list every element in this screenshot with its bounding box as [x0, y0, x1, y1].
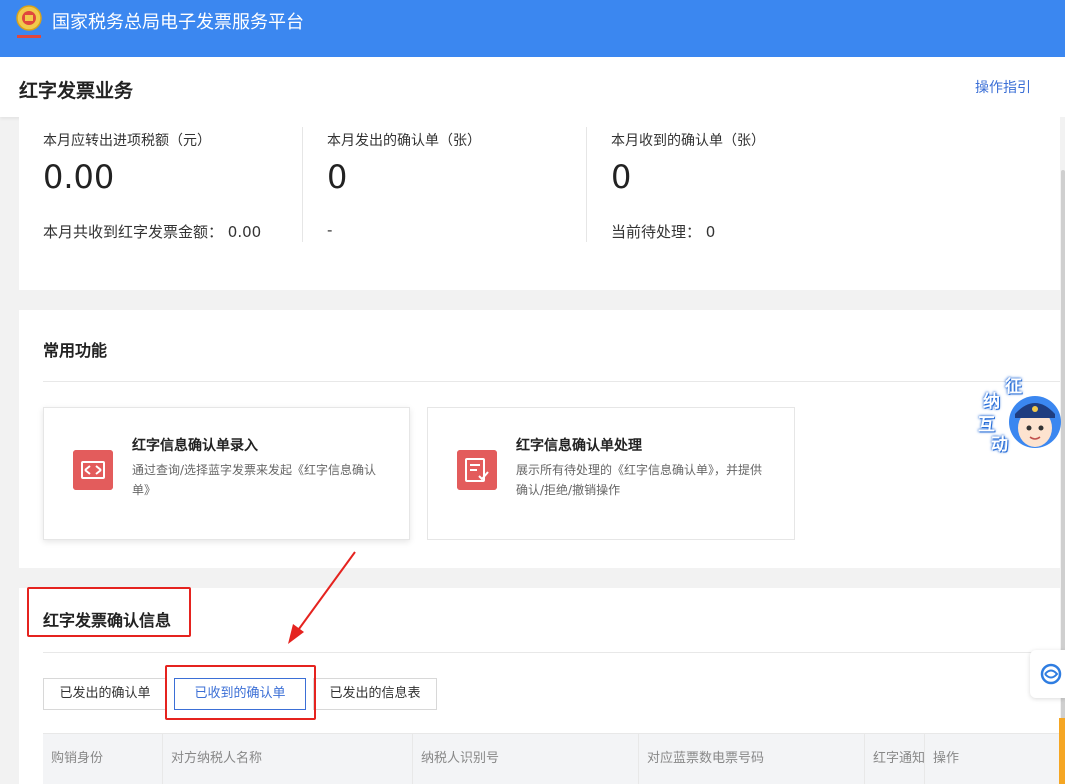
tab-sent-info-sheets[interactable]: 已发出的信息表	[313, 678, 437, 710]
service-swirl-icon	[1040, 663, 1062, 685]
column-header: 对方纳税人名称	[163, 734, 413, 784]
column-header: 红字通知	[865, 734, 925, 784]
helper-char: 征	[1005, 377, 1022, 397]
stat-value: 0	[611, 158, 632, 196]
red-confirmation-process-tile[interactable]: 红字信息确认单处理 展示所有待处理的《红字信息确认单》，并提供确认/拒绝/撤销操…	[427, 407, 795, 540]
stat-sub: -	[327, 221, 333, 239]
tile-title: 红字信息确认单录入	[132, 438, 258, 454]
stat-label: 本月发出的确认单（张）	[327, 133, 481, 149]
tile-desc: 通过查询/选择蓝字发票来发起《红字信息确认单》	[132, 463, 377, 497]
column-header: 购销身份	[43, 734, 163, 784]
tax-emblem-logo	[16, 5, 42, 38]
column-header: 纳税人识别号	[413, 734, 639, 784]
tax-interaction-helper[interactable]: 征 纳 互 动	[975, 372, 1063, 456]
stat-transfer-out-tax: 本月应转出进项税额（元） 0.00 本月共收到红字发票金额： 0.00	[43, 117, 327, 257]
swap-arrows-icon	[73, 450, 113, 490]
stats-card: 本月应转出进项税额（元） 0.00 本月共收到红字发票金额： 0.00 本月发出…	[19, 117, 1060, 290]
stat-value: 0.00	[43, 158, 115, 196]
side-service-widget[interactable]	[1030, 650, 1065, 698]
stat-divider	[302, 127, 303, 242]
document-check-icon	[457, 450, 497, 490]
tab-sent-confirmations[interactable]: 已发出的确认单	[43, 678, 167, 710]
stat-label: 本月应转出进项税额（元）	[43, 133, 211, 149]
helper-char: 纳	[983, 392, 1000, 412]
stat-label: 本月收到的确认单（张）	[611, 133, 765, 149]
helper-char: 动	[991, 435, 1008, 455]
tile-title: 红字信息确认单处理	[516, 438, 642, 454]
divider	[43, 652, 1060, 653]
common-functions-card: 常用功能 红字信息确认单录入 通过查询/选择蓝字发票来发起《红字信息确认单》 红…	[19, 310, 1060, 568]
page-title: 红字发票业务	[19, 80, 134, 102]
section-title: 常用功能	[43, 341, 108, 360]
tile-desc: 展示所有待处理的《红字信息确认单》，并提供确认/拒绝/撤销操作	[516, 463, 763, 497]
stat-sent-confirmations: 本月发出的确认单（张） 0 -	[327, 117, 611, 257]
highlight-box-section-title	[27, 587, 191, 637]
stat-received-confirmations: 本月收到的确认单（张） 0 当前待处理： 0	[611, 117, 895, 257]
column-header: 对应蓝票数电票号码	[639, 734, 865, 784]
stat-divider	[586, 127, 587, 242]
stat-sub: 当前待处理： 0	[611, 223, 716, 241]
page-header: 红字发票业务 操作指引	[0, 57, 1065, 117]
column-header: 操作	[933, 751, 960, 766]
app-title: 国家税务总局电子发票服务平台	[52, 12, 304, 33]
operation-guide-link[interactable]: 操作指引	[975, 77, 1031, 97]
red-confirmation-entry-tile[interactable]: 红字信息确认单录入 通过查询/选择蓝字发票来发起《红字信息确认单》	[43, 407, 410, 540]
stat-value: 0	[327, 158, 348, 196]
stat-sub: 本月共收到红字发票金额： 0.00	[43, 223, 262, 241]
highlight-box-received-tab	[165, 665, 316, 720]
table-header: 购销身份 对方纳税人名称 纳税人识别号 对应蓝票数电票号码 红字通知 操作	[43, 733, 1060, 784]
top-bar: 国家税务总局电子发票服务平台	[0, 0, 1065, 57]
floating-tab-edge[interactable]	[1059, 718, 1065, 784]
divider	[43, 381, 1060, 382]
